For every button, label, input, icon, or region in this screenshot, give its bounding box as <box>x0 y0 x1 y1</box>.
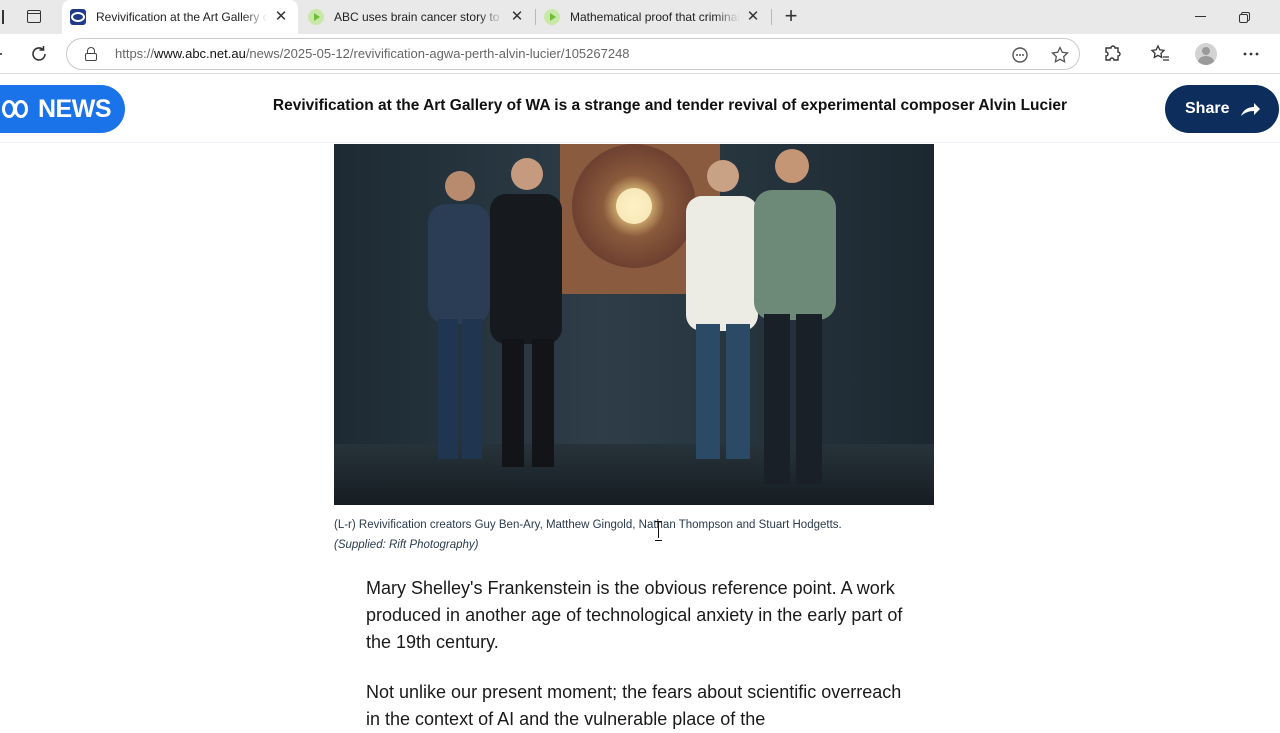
site-header: NEWS Revivification at the Art Gallery o… <box>0 75 1280 143</box>
close-icon[interactable]: ✕ <box>744 8 762 26</box>
photo-caption: (L-r) Revivification creators Guy Ben-Ar… <box>334 515 934 555</box>
tab-actions-icon[interactable] <box>24 7 44 27</box>
url-text[interactable]: https://www.abc.net.au/news/2025-05-12/r… <box>115 39 630 69</box>
tab-mathematical-proof[interactable]: Mathematical proof that criminality ✕ <box>536 0 770 34</box>
favorites-icon[interactable] <box>1148 42 1172 66</box>
abc-logo-icon <box>2 98 32 120</box>
more-options-icon[interactable] <box>1239 42 1263 66</box>
abc-news-icon <box>70 9 86 25</box>
tab-revivification[interactable]: Revivification at the Art Gallery of WA … <box>62 0 298 34</box>
favorite-star-icon[interactable] <box>1049 44 1071 66</box>
url-host: www.abc.net.au <box>154 46 246 61</box>
caption-text: (L-r) Revivification creators Guy Ben-Ar… <box>334 519 842 531</box>
profile-avatar-icon[interactable] <box>1195 43 1217 65</box>
new-tab-button[interactable]: + <box>780 5 802 28</box>
minimize-button[interactable] <box>1188 4 1214 30</box>
photo-credit: (Supplied: Rift Photography) <box>334 539 479 551</box>
browser-toolbar: https://www.abc.net.au/news/2025-05-12/r… <box>0 34 1280 74</box>
back-button[interactable] <box>0 42 16 66</box>
article-photo <box>334 144 934 505</box>
play-icon <box>308 9 324 25</box>
tab-title: ABC uses brain cancer story to campaign <box>334 10 504 24</box>
tab-title: Revivification at the Art Gallery of WA … <box>96 10 268 24</box>
lock-icon[interactable] <box>85 47 97 61</box>
article-paragraph: Mary Shelley's Frankenstein is the obvio… <box>366 578 903 652</box>
refresh-button[interactable] <box>27 42 51 66</box>
close-icon[interactable]: ✕ <box>272 8 290 26</box>
tab-title: Mathematical proof that criminality <box>570 10 740 24</box>
logo-text: NEWS <box>38 94 112 123</box>
play-icon <box>544 9 560 25</box>
article-paragraph: Not unlike our present moment; the fears… <box>366 682 902 729</box>
browser-tab-strip: Revivification at the Art Gallery of WA … <box>0 0 1280 34</box>
extensions-icon[interactable] <box>1100 42 1124 66</box>
reader-mode-icon[interactable] <box>1009 44 1031 66</box>
close-icon[interactable]: ✕ <box>508 8 526 26</box>
text-cursor-icon <box>655 521 663 541</box>
tab-separator <box>771 9 772 25</box>
article-headline: Revivification at the Art Gallery of WA … <box>272 97 1068 114</box>
address-bar[interactable]: https://www.abc.net.au/news/2025-05-12/r… <box>66 38 1080 70</box>
restore-button[interactable] <box>1232 4 1258 30</box>
share-arrow-icon <box>1239 100 1261 118</box>
share-button[interactable]: Share <box>1165 85 1279 133</box>
share-label: Share <box>1185 100 1230 117</box>
url-scheme: https:// <box>115 46 155 61</box>
abc-news-logo[interactable]: NEWS <box>0 85 125 133</box>
tab-abc-brain-cancer[interactable]: ABC uses brain cancer story to campaign … <box>300 0 534 34</box>
tab-strip-edge <box>0 10 4 24</box>
url-path: /news/2025-05-12/revivification-agwa-per… <box>245 46 630 61</box>
